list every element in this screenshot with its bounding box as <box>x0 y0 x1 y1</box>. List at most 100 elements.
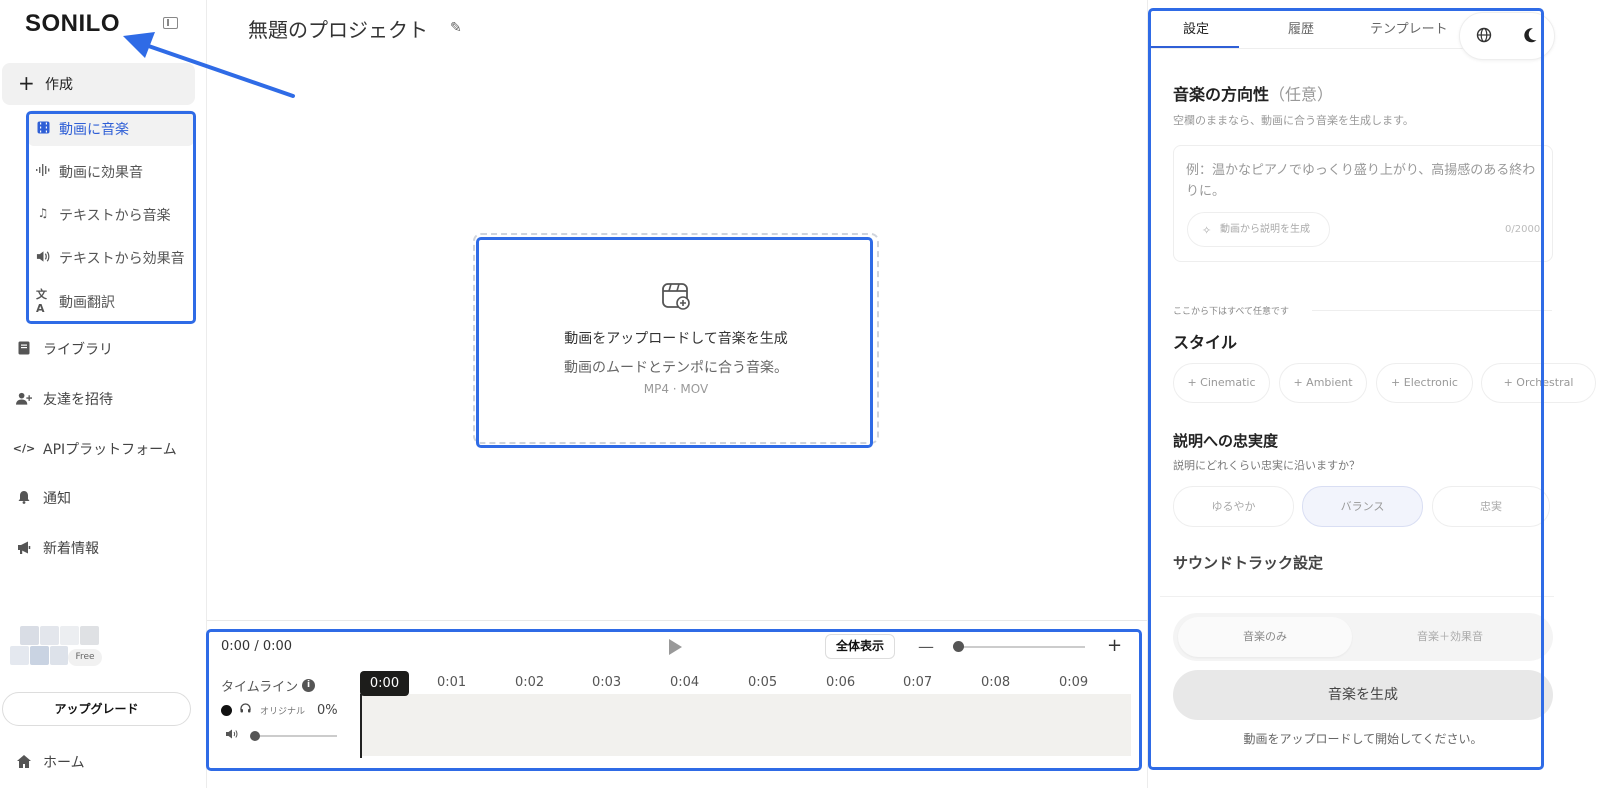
fidelity-hint: 説明にどれくらい忠実に沿いますか？ <box>1173 459 1360 472</box>
style-chip-orchestral[interactable]: + Orchestral <box>1481 363 1596 403</box>
footer-hint: 動画をアップロードして開始してください。 <box>1243 732 1483 746</box>
zoom-slider-handle[interactable] <box>953 641 964 652</box>
sidebar-item-label: 動画翻訳 <box>59 295 115 311</box>
zoom-out-icon[interactable]: — <box>918 637 934 656</box>
sidebar-item-label: 新着情報 <box>43 541 99 557</box>
timeline-tick: 0:09 <box>1059 675 1089 690</box>
generate-music-button[interactable]: 音楽を生成 <box>1173 670 1553 720</box>
sidebar-item-text-to-sfx[interactable]: テキストから効果音 <box>28 239 194 275</box>
style-title: スタイル <box>1173 333 1238 352</box>
sidebar-item-invite[interactable]: 友達を招待 <box>14 381 204 415</box>
plan-badge: Free <box>68 649 102 666</box>
sidebar-item-text-to-music[interactable]: ♫ テキストから音楽 <box>28 196 194 232</box>
style-chip-ambient[interactable]: + Ambient <box>1279 363 1367 403</box>
mode-music-sfx[interactable]: 音楽＋効果音 <box>1360 617 1540 657</box>
time-display: 0:00 / 0:00 <box>221 639 293 654</box>
optional-divider <box>1312 310 1552 311</box>
timeline-tick: 0:06 <box>826 675 856 690</box>
upload-formats: MP4 · MOV <box>643 382 709 396</box>
speaker-icon <box>36 249 50 263</box>
upload-subtitle: 動画のムードとテンポに合う音楽。 <box>564 360 788 376</box>
annotation-arrow <box>123 32 295 98</box>
timeline-tick: 0:08 <box>981 675 1011 690</box>
edit-pencil-icon[interactable]: ✎ <box>450 20 462 36</box>
tab-templates[interactable]: テンプレート <box>1370 18 1448 37</box>
sidebar-item-api[interactable]: </> APIプラットフォーム <box>12 431 204 465</box>
film-icon <box>36 120 50 134</box>
volume-slider[interactable] <box>252 735 337 737</box>
translate-icon: 文A <box>36 287 47 315</box>
mode-music-only[interactable]: 音楽のみ <box>1178 617 1352 657</box>
sidebar-item-label: APIプラットフォーム <box>43 442 177 458</box>
sidebar-item-label: 動画に音楽 <box>59 122 129 138</box>
fidelity-title: 説明への忠実度 <box>1173 432 1279 450</box>
fidelity-option-loose[interactable]: ゆるやか <box>1173 486 1294 527</box>
sidebar-item-label: ホーム <box>43 755 85 771</box>
timeline-tick: 0:03 <box>592 675 622 690</box>
volume-slider-handle[interactable] <box>250 731 260 741</box>
style-chip-cinematic[interactable]: + Cinematic <box>1173 363 1270 403</box>
track-record-dot[interactable] <box>221 705 232 716</box>
fidelity-option-balance[interactable]: バランス <box>1302 486 1423 527</box>
sidebar: SONILO + 作成 動画に音楽 動画に効果音 ♫ テキストから音楽 テキスト… <box>0 0 207 788</box>
plus-icon: + <box>18 71 35 95</box>
sidebar-item-video-to-music[interactable]: 動画に音楽 <box>28 110 194 146</box>
active-tab-indicator <box>1151 46 1239 48</box>
upload-title: 動画をアップロードして音楽を生成 <box>564 331 788 347</box>
sidebar-item-label: 通知 <box>43 491 71 507</box>
header-controls <box>1459 12 1555 60</box>
sidebar-item-label: ライブラリ <box>43 342 113 358</box>
app-logo[interactable]: SONILO <box>25 10 120 38</box>
fidelity-option-faithful[interactable]: 忠実 <box>1432 486 1550 527</box>
zoom-slider[interactable] <box>953 646 1085 648</box>
tab-history[interactable]: 履歴 <box>1288 18 1314 37</box>
track-name: オリジナル <box>260 707 306 717</box>
sidebar-item-notifications[interactable]: 通知 <box>14 480 204 514</box>
timeline-tick-current[interactable]: 0:00 <box>360 671 409 696</box>
timeline-tick: 0:05 <box>748 675 778 690</box>
volume-icon[interactable] <box>226 729 238 742</box>
info-icon[interactable]: i <box>302 679 315 692</box>
sidebar-item-whats-new[interactable]: 新着情報 <box>14 530 204 564</box>
sidebar-item-label: 友達を招待 <box>43 392 113 408</box>
waveform-icon <box>36 163 50 177</box>
timeline-label: タイムライン <box>221 680 299 695</box>
megaphone-icon <box>16 539 32 555</box>
direction-placeholder: 例：温かなピアノでゆっくり盛り上がり、高揚感のある終わりに。 <box>1186 163 1536 199</box>
sidebar-item-label: テキストから音楽 <box>59 208 171 224</box>
dark-mode-moon-icon[interactable] <box>1522 27 1538 43</box>
app-window: SONILO + 作成 動画に音楽 動画に効果音 ♫ テキストから音楽 テキスト… <box>0 0 1600 788</box>
track-percent: 0% <box>317 703 338 718</box>
direction-optional: （任意） <box>1269 85 1334 104</box>
sidebar-item-home[interactable]: ホーム <box>14 744 204 778</box>
sidebar-item-video-translate[interactable]: 文A 動画翻訳 <box>28 283 194 319</box>
sidebar-item-video-to-sfx[interactable]: 動画に効果音 <box>28 153 194 189</box>
video-upload-icon <box>662 282 690 310</box>
soundtrack-title: サウンドトラック設定 <box>1173 554 1324 572</box>
track-lane[interactable] <box>360 694 1131 756</box>
code-icon: </> <box>12 441 36 455</box>
timeline-tick: 0:01 <box>437 675 467 690</box>
book-icon <box>16 340 32 356</box>
upgrade-button[interactable]: アップグレード <box>2 692 191 726</box>
timeline-tick: 0:04 <box>670 675 700 690</box>
music-note-icon: ♫ <box>37 206 49 220</box>
play-icon[interactable] <box>669 639 682 655</box>
home-icon <box>16 753 32 769</box>
direction-title: 音楽の方向性 <box>1173 85 1270 104</box>
direction-heading: 音楽の方向性（任意） <box>1173 81 1333 105</box>
sidebar-item-library[interactable]: ライブラリ <box>14 331 204 365</box>
optional-note: ここから下はすべて任意です <box>1173 307 1290 317</box>
sidebar-item-label: 動画に効果音 <box>59 165 143 181</box>
headphones-icon[interactable] <box>240 703 251 716</box>
tab-settings[interactable]: 設定 <box>1183 18 1209 37</box>
fit-all-button[interactable]: 全体表示 <box>825 634 895 659</box>
char-count: 0/2000 <box>1505 224 1541 235</box>
style-chip-electronic[interactable]: + Electronic <box>1376 363 1473 403</box>
create-label: 作成 <box>45 77 73 93</box>
globe-icon[interactable] <box>1476 27 1492 43</box>
sparkle-icon: ✧ <box>1202 224 1212 237</box>
playhead[interactable] <box>360 694 362 758</box>
direction-hint: 空欄のままなら、動画に合う音楽を生成します。 <box>1173 114 1414 127</box>
zoom-in-icon[interactable]: + <box>1107 635 1122 656</box>
